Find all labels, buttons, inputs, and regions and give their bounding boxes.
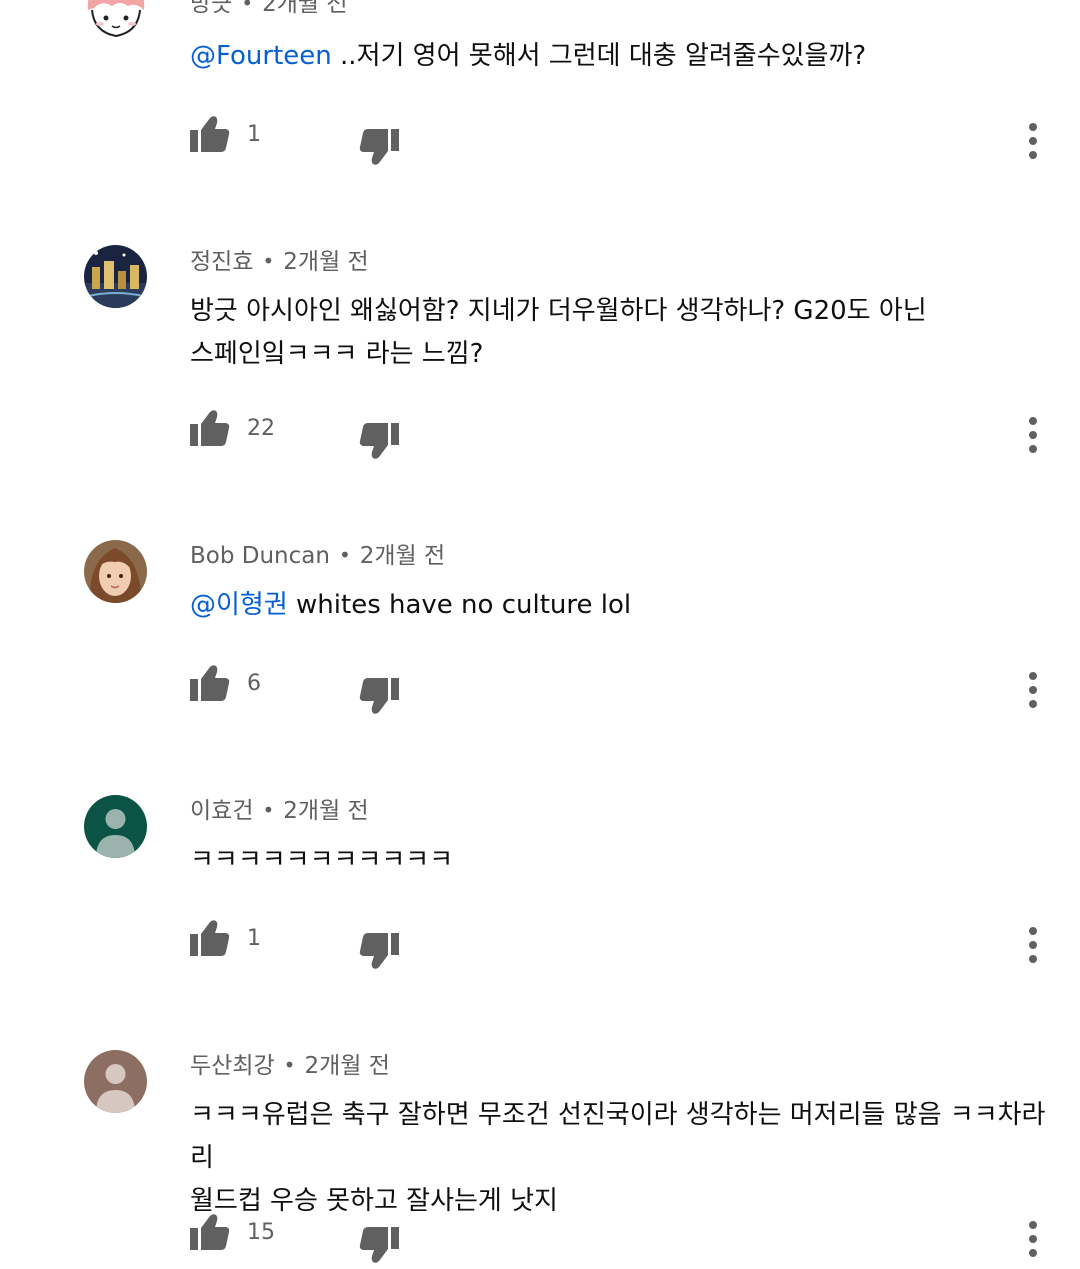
comment-age: 2개월 전 — [359, 543, 446, 569]
avatar[interactable] — [84, 245, 147, 308]
more-options-button[interactable] — [1019, 415, 1047, 455]
vertical-ellipsis-icon — [1029, 672, 1037, 708]
comment-text-line: ㅋㅋㅋ유럽은 축구 잘하면 무조건 선진국이라 생각하는 머저리들 많음 ㅋㅋ차… — [190, 1100, 1046, 1173]
separator-dot: • — [338, 543, 351, 567]
comment-text: @이형권 whites have no culture lol — [190, 584, 1050, 627]
thumbs-down-icon — [359, 129, 399, 165]
comment-text-line: whites have no culture lol — [287, 590, 632, 620]
thumbs-down-icon — [359, 678, 399, 714]
comment-meta: 방긋 • 2개월 전 — [190, 0, 348, 19]
comment-age: 2개월 전 — [283, 249, 369, 275]
author-name[interactable]: 방긋 — [190, 0, 232, 17]
more-options-button[interactable] — [1019, 1219, 1047, 1259]
separator-dot: • — [241, 0, 254, 15]
thumbs-down-icon — [359, 423, 399, 459]
thumbs-up-icon — [190, 116, 230, 152]
vertical-ellipsis-icon — [1029, 123, 1037, 159]
like-count: 22 — [247, 416, 275, 441]
comment-age: 2개월 전 — [262, 0, 348, 17]
vertical-ellipsis-icon — [1029, 417, 1037, 453]
author-name[interactable]: 두산최강 — [190, 1053, 275, 1079]
thumbs-up-icon — [190, 920, 230, 956]
comment-meta: 정진효 • 2개월 전 — [190, 246, 369, 277]
author-name[interactable]: 이효건 — [190, 798, 253, 824]
avatar[interactable] — [84, 795, 147, 858]
comment-text-line: 스페인잌ㅋㅋㅋ 라는 느낌? — [190, 339, 484, 369]
thumbs-down-icon — [359, 1227, 399, 1263]
like-count: 1 — [247, 122, 261, 147]
author-name[interactable]: Bob Duncan — [190, 543, 330, 569]
vertical-ellipsis-icon — [1029, 1221, 1037, 1257]
more-options-button[interactable] — [1019, 121, 1047, 161]
comment-age: 2개월 전 — [283, 798, 369, 824]
like-count: 1 — [247, 926, 261, 951]
comment-text: 방긋 아시아인 왜싫어함? 지네가 더우월하다 생각하나? G20도 아닌 스페… — [190, 290, 1050, 376]
comment-text: ㅋㅋㅋ유럽은 축구 잘하면 무조건 선진국이라 생각하는 머저리들 많음 ㅋㅋ차… — [190, 1094, 1050, 1223]
like-button[interactable] — [189, 115, 231, 155]
thumbs-down-icon — [359, 933, 399, 969]
comment-meta: 두산최강 • 2개월 전 — [190, 1050, 390, 1081]
like-button[interactable] — [189, 919, 231, 959]
comment-text-line: ..저기 영어 못해서 그런데 대충 알려줄수있을까? — [331, 41, 867, 71]
mention-link[interactable]: @이형권 — [190, 590, 288, 620]
comment-meta: 이효건 • 2개월 전 — [190, 795, 369, 826]
avatar[interactable] — [84, 1050, 147, 1113]
dislike-button[interactable] — [358, 930, 400, 970]
dislike-button[interactable] — [358, 1224, 400, 1264]
thumbs-up-icon — [190, 410, 230, 446]
comment-text-line: ㅋㅋㅋㅋㅋㅋㅋㅋㅋㅋㅋ — [190, 845, 454, 875]
separator-dot: • — [262, 249, 275, 273]
thumbs-up-icon — [190, 665, 230, 701]
author-name[interactable]: 정진효 — [190, 249, 253, 275]
like-button[interactable] — [189, 664, 231, 704]
comment-text: ㅋㅋㅋㅋㅋㅋㅋㅋㅋㅋㅋ — [190, 839, 1050, 882]
more-options-button[interactable] — [1019, 670, 1047, 710]
like-button[interactable] — [189, 1213, 231, 1253]
like-count: 6 — [247, 671, 261, 696]
avatar[interactable] — [84, 0, 147, 43]
dislike-button[interactable] — [358, 420, 400, 460]
thumbs-up-icon — [190, 1214, 230, 1250]
dislike-button[interactable] — [358, 126, 400, 166]
comment-text-line: 방긋 아시아인 왜싫어함? 지네가 더우월하다 생각하나? G20도 아닌 — [190, 296, 927, 326]
vertical-ellipsis-icon — [1029, 927, 1037, 963]
comment-meta: Bob Duncan • 2개월 전 — [190, 540, 445, 571]
comment-text: @Fourteen ..저기 영어 못해서 그런데 대충 알려줄수있을까? — [190, 35, 1050, 78]
comment-age: 2개월 전 — [304, 1053, 390, 1079]
avatar[interactable] — [84, 540, 147, 603]
mention-link[interactable]: @Fourteen — [190, 41, 332, 71]
dislike-button[interactable] — [358, 675, 400, 715]
separator-dot: • — [262, 798, 275, 822]
more-options-button[interactable] — [1019, 925, 1047, 965]
like-button[interactable] — [189, 409, 231, 449]
like-count: 15 — [247, 1220, 275, 1245]
comment-text-line: 월드컵 우승 못하고 잘사는게 낫지 — [190, 1186, 558, 1216]
separator-dot: • — [283, 1053, 296, 1077]
